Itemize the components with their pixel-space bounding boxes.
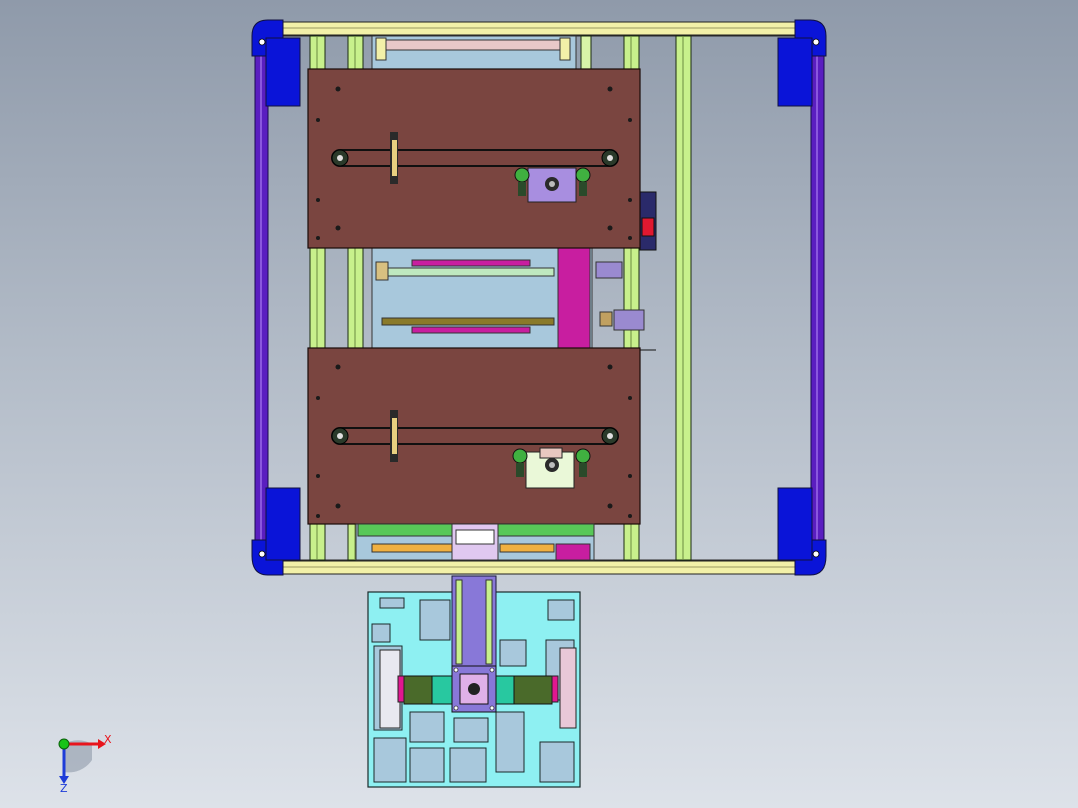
lower-carriage-plate — [307, 347, 641, 525]
x-axis-label: X — [104, 733, 112, 746]
bracket-top-left — [265, 37, 301, 107]
bracket-top-right — [777, 37, 813, 107]
lower-mechanism-strip — [355, 523, 595, 561]
z-axis-label: Z — [60, 782, 68, 795]
upper-carriage-plate — [307, 68, 641, 249]
base-plate-assembly — [367, 575, 581, 788]
coordinate-axes-icon: X Z — [58, 733, 112, 795]
right-jaw — [559, 647, 577, 729]
lower-pink-slider — [411, 326, 531, 334]
cad-drawing: X Z — [58, 19, 827, 795]
left-jaw — [379, 649, 401, 729]
upper-pink-slider — [411, 259, 531, 267]
bracket-bottom-left — [265, 487, 301, 561]
bracket-bottom-right — [777, 487, 813, 561]
magenta-carriage — [557, 247, 591, 349]
y-axis-dot — [58, 738, 70, 750]
cad-viewport[interactable]: X Z — [0, 0, 1078, 808]
